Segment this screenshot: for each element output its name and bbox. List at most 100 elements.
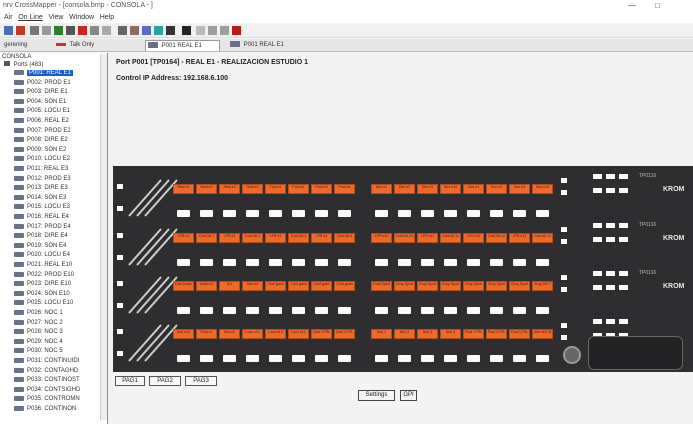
panel-white-key[interactable]: [490, 355, 503, 362]
panel-key-right[interactable]: LPR e13: [509, 233, 530, 243]
tree-item[interactable]: P007: PROD E2: [14, 127, 71, 136]
flag-icon[interactable]: [16, 26, 25, 35]
panel-key-left[interactable]: Dire e4: [242, 281, 263, 291]
panel-key-right[interactable]: Prod CTRL: [509, 329, 530, 339]
panel-key-right[interactable]: Prod CTRL: [463, 329, 484, 339]
panel-key-right[interactable]: Noc 3: [417, 329, 438, 339]
menu-window[interactable]: Window: [69, 12, 94, 23]
panel-white-key[interactable]: [490, 259, 503, 266]
panel-key-right[interactable]: Son e3: [509, 184, 530, 194]
panel-white-key[interactable]: [292, 259, 305, 266]
user-icon[interactable]: [4, 26, 13, 35]
speaker-icon[interactable]: [232, 26, 241, 35]
panel-key-left[interactable]: Locu e11: [242, 329, 263, 339]
panel-white-key[interactable]: [490, 307, 503, 314]
panel-key-left[interactable]: Real e2: [196, 184, 217, 194]
panel-key-right[interactable]: Dire e10: [440, 184, 461, 194]
tree-item[interactable]: P006: REAL E2: [14, 117, 69, 126]
tree-item[interactable]: P023: DIRE E10: [14, 280, 71, 289]
panel-white-key[interactable]: [338, 210, 351, 217]
menu-online[interactable]: On Line: [18, 12, 43, 23]
tree-scrollbar[interactable]: [100, 54, 107, 420]
tree-item[interactable]: P022: PROD E10: [14, 271, 74, 280]
panel-white-key[interactable]: [315, 259, 328, 266]
panel-key-right[interactable]: Grup Sport: [417, 281, 438, 291]
panel-key-right[interactable]: Dire e2: [394, 184, 415, 194]
panel-key-right[interactable]: Noc 1: [371, 329, 392, 339]
panel-key-right[interactable]: Grup Sport: [486, 281, 507, 291]
panel-key-left[interactable]: Prod e2: [288, 184, 309, 194]
panel-white-key[interactable]: [223, 355, 236, 362]
paste-icon[interactable]: [130, 26, 139, 35]
panel-white-key[interactable]: [421, 307, 434, 314]
panel-key-left[interactable]: Conf gram: [311, 281, 332, 291]
tree-item[interactable]: P011: REAL E3: [14, 165, 68, 174]
panel-key-left[interactable]: LPR e2: [219, 233, 240, 243]
panel-white-key[interactable]: [444, 355, 457, 362]
panel-white-key[interactable]: [338, 307, 351, 314]
panel-white-key[interactable]: [246, 355, 259, 362]
gpi-button[interactable]: GPI: [400, 390, 417, 401]
tree-item[interactable]: P012: PROD E3: [14, 175, 71, 184]
panel-key-right[interactable]: Grup Sport: [509, 281, 530, 291]
panel-white-key[interactable]: [315, 210, 328, 217]
panel-white-key[interactable]: [177, 210, 190, 217]
panel-white-key[interactable]: [375, 259, 388, 266]
tree-item[interactable]: P015: LOCU E3: [14, 203, 70, 212]
open-icon[interactable]: [42, 26, 51, 35]
cut-icon[interactable]: [118, 26, 127, 35]
tree-item[interactable]: P030: NOC 5: [14, 347, 63, 356]
panel-white-key[interactable]: [246, 210, 259, 217]
filter-icon[interactable]: [102, 26, 111, 35]
panel-white-key[interactable]: [398, 307, 411, 314]
tree-item[interactable]: P009: SON E2: [14, 146, 66, 155]
panel-white-key[interactable]: [513, 259, 526, 266]
panel-key-left[interactable]: Locu e12: [288, 329, 309, 339]
panel-key-right[interactable]: Noc 2: [394, 329, 415, 339]
tree-item[interactable]: P010: LOCU E2: [14, 155, 70, 164]
panel-white-key[interactable]: [177, 307, 190, 314]
panel-white-key[interactable]: [467, 307, 480, 314]
panel-key-right[interactable]: Noc 4: [440, 329, 461, 339]
panel-key-left[interactable]: LPR e4: [311, 233, 332, 243]
tab-general[interactable]: gerening: [2, 40, 50, 51]
tree-item[interactable]: P003: DIRE E1: [14, 88, 68, 97]
panel-key-right[interactable]: Grup SPLT: [532, 281, 553, 291]
panel-key-right[interactable]: Son e1: [463, 184, 484, 194]
panel-key-right[interactable]: Cont ML10: [394, 233, 415, 243]
panel-key-right[interactable]: Cont ML13: [532, 233, 553, 243]
panel-white-key[interactable]: [338, 259, 351, 266]
panel-key-right[interactable]: Grup Sport: [463, 281, 484, 291]
panel-key-left[interactable]: Prod e4: [334, 184, 355, 194]
stop-icon[interactable]: [182, 26, 191, 35]
panel-white-key[interactable]: [421, 355, 434, 362]
panel-white-key[interactable]: [269, 259, 282, 266]
panel-white-key[interactable]: [467, 210, 480, 217]
tree-item[interactable]: P032: CONTAGHD: [14, 367, 78, 376]
panel-white-key[interactable]: [200, 355, 213, 362]
panel-key-left[interactable]: Son e2: [219, 329, 240, 339]
tree-root[interactable]: CONSOLA: [2, 54, 31, 60]
panel-white-key[interactable]: [269, 355, 282, 362]
panel-key-right[interactable]: Son e10: [532, 184, 553, 194]
tree-item[interactable]: P026: NOC 1: [14, 309, 63, 318]
tree-item[interactable]: P008: DIRE E2: [14, 136, 68, 145]
new-icon[interactable]: [30, 26, 39, 35]
tree-item[interactable]: P031: CONTINUIDI: [14, 357, 79, 366]
panel-key-right[interactable]: Cont ML12: [486, 233, 507, 243]
tab-pag1[interactable]: PAG1: [115, 376, 145, 386]
panel-white-key[interactable]: [398, 210, 411, 217]
tab-talk-only[interactable]: Talk Only: [54, 40, 114, 51]
panel-white-key[interactable]: [177, 355, 190, 362]
panel-white-key[interactable]: [467, 355, 480, 362]
panel-key-left[interactable]: Conf gram: [334, 281, 355, 291]
panel-white-key[interactable]: [315, 355, 328, 362]
panel-key-right[interactable]: Dire NOCR: [532, 329, 553, 339]
panel-key-left[interactable]: Conf gram: [288, 281, 309, 291]
panel-white-key[interactable]: [536, 259, 549, 266]
menu-air[interactable]: Air: [4, 12, 13, 23]
panel-white-key[interactable]: [315, 307, 328, 314]
panel-key-left[interactable]: Prod e1: [196, 329, 217, 339]
tree-item[interactable]: P033: CONTINOST: [14, 376, 80, 385]
panel-key-left[interactable]: LPR e3: [265, 233, 286, 243]
